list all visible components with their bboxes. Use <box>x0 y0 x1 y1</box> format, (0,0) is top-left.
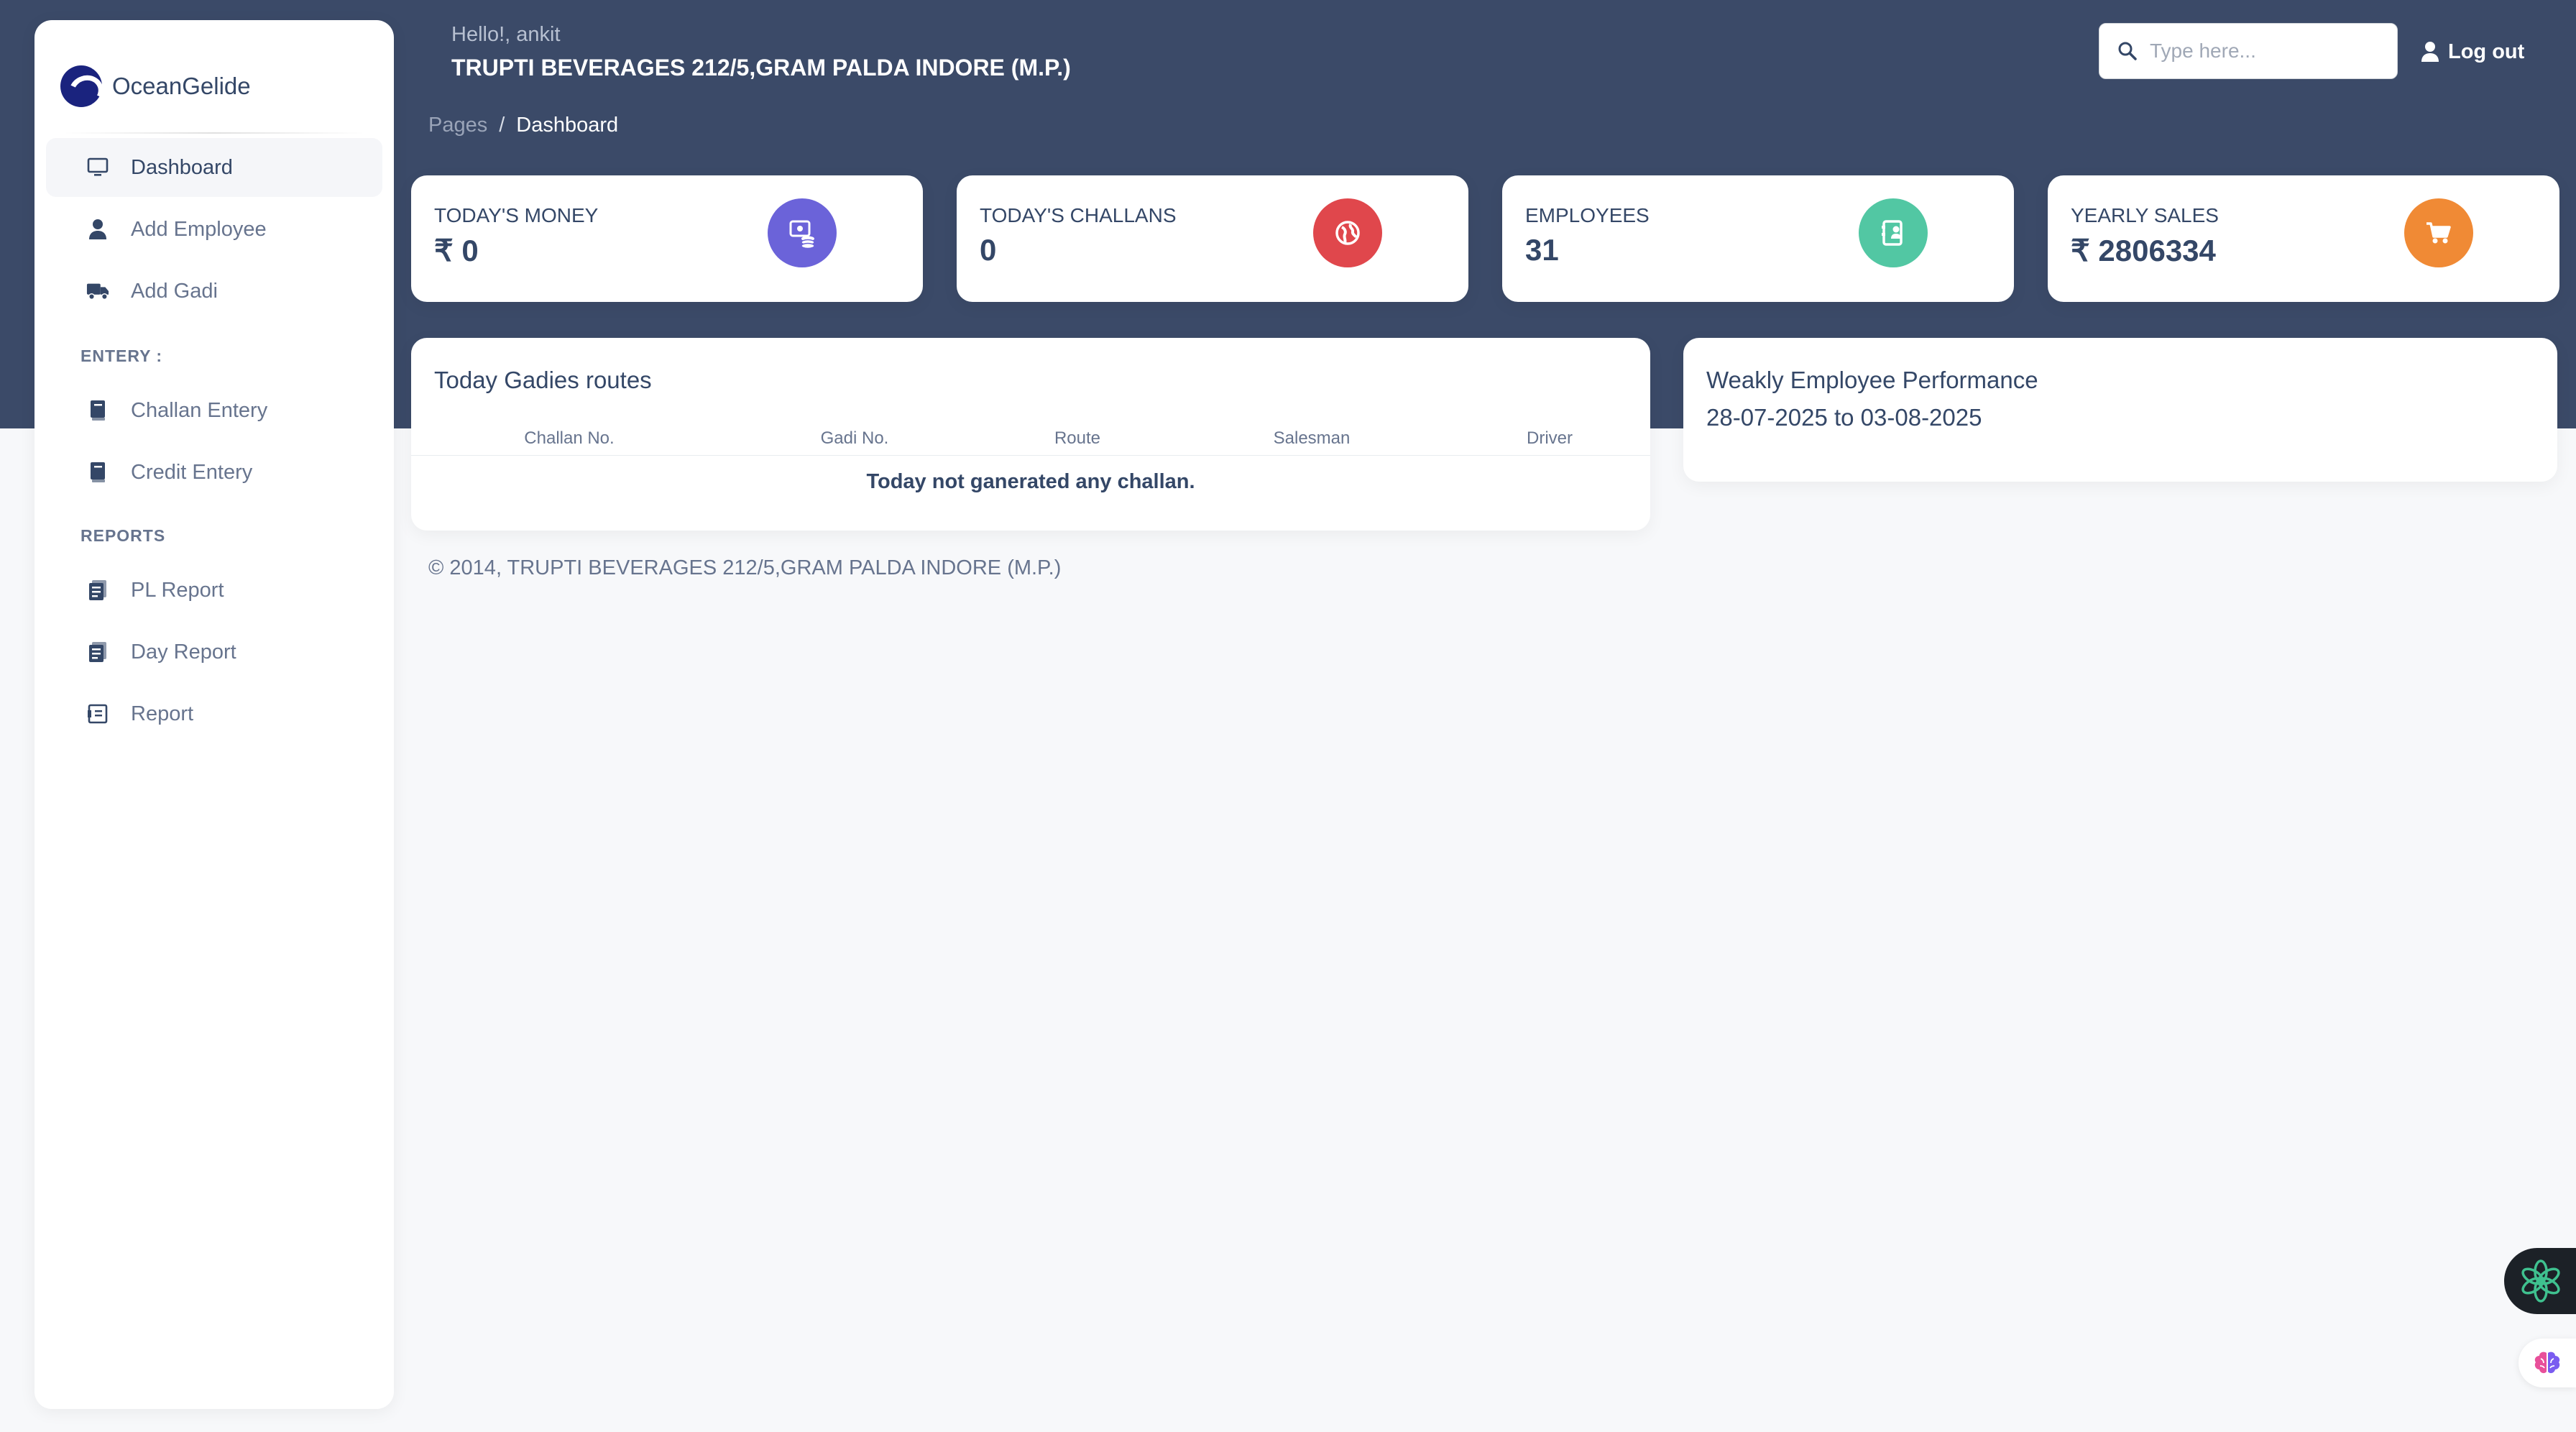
stat-label: Today's Challans <box>980 204 1177 226</box>
report-doc-icon <box>86 579 109 602</box>
routes-panel: Today Gadies routes Challan No. Gadi No.… <box>411 338 1650 531</box>
money-icon <box>768 198 837 267</box>
contact-icon <box>1859 198 1928 267</box>
performance-panel: Weakly Employee Performance 28-07-2025 t… <box>1683 338 2557 482</box>
report-doc-icon <box>86 641 109 664</box>
search-icon <box>2115 39 2140 63</box>
sidebar-item-dashboard[interactable]: Dashboard <box>46 138 382 197</box>
footer-copyright: © 2014, TRUPTI BEVERAGES 212/5,GRAM PALD… <box>428 556 1062 579</box>
sidebar-item-credit-entery[interactable]: Credit Entery <box>46 443 382 502</box>
monitor-icon <box>86 156 109 179</box>
sidebar-item-label: Report <box>131 702 194 725</box>
sidebar-divider <box>63 132 365 134</box>
column-header[interactable]: Salesman <box>1274 428 1351 449</box>
book-icon <box>86 399 109 422</box>
section-heading-reports: REPORTS <box>80 526 166 545</box>
column-header[interactable]: Challan No. <box>524 428 614 449</box>
search-box[interactable] <box>2099 23 2398 79</box>
brain-icon <box>2534 1351 2560 1374</box>
routes-title: Today Gadies routes <box>434 367 652 393</box>
stat-card-yearly-sales: Yearly Sales ₹ 2806334 <box>2048 175 2559 302</box>
sidebar-item-label: Credit Entery <box>131 460 253 484</box>
greeting: Hello!, ankit <box>451 23 561 46</box>
search-input[interactable] <box>2150 40 2387 63</box>
routes-table-header: Challan No. Gadi No. Route Salesman Driv… <box>411 418 1650 456</box>
brain-widget-button[interactable] <box>2518 1339 2576 1387</box>
sidebar-item-report[interactable]: Report <box>46 684 382 743</box>
stat-label: Yearly Sales <box>2071 204 2219 226</box>
performance-date-range: 28-07-2025 to 03-08-2025 <box>1706 404 1982 431</box>
sidebar-item-label: Dashboard <box>131 155 233 179</box>
stat-label: Employees <box>1525 204 1650 226</box>
column-header[interactable]: Route <box>1054 428 1100 449</box>
logout-button[interactable]: Log out <box>2419 33 2524 70</box>
breadcrumb: Pages / Dashboard <box>428 114 618 137</box>
logout-label: Log out <box>2448 40 2525 63</box>
stat-value: 0 <box>980 233 997 267</box>
stat-label: Today's Money <box>434 204 599 226</box>
book-icon <box>86 461 109 484</box>
stat-value: ₹ 0 <box>434 234 479 267</box>
stat-card-todays-challans: Today's Challans 0 <box>957 175 1468 302</box>
brand-name: OceanGelide <box>112 73 251 99</box>
company-title: TRUPTI BEVERAGES 212/5,GRAM PALDA INDORE… <box>451 55 1071 81</box>
breadcrumb-pages[interactable]: Pages <box>428 114 487 137</box>
column-header[interactable]: Gadi No. <box>821 428 889 449</box>
ai-flower-icon <box>2521 1259 2560 1303</box>
sidebar-item-challan-entery[interactable]: Challan Entery <box>46 381 382 440</box>
sidebar-item-label: PL Report <box>131 578 224 602</box>
wave-logo-icon <box>60 65 102 107</box>
breadcrumb-current: Dashboard <box>516 114 619 137</box>
stat-value: ₹ 2806334 <box>2071 234 2216 267</box>
sidebar: OceanGelide Dashboard Add Employee Add G… <box>34 20 394 1409</box>
sidebar-item-add-employee[interactable]: Add Employee <box>46 200 382 259</box>
sidebar-item-label: Add Employee <box>131 217 267 241</box>
receipt-icon <box>86 702 109 725</box>
ai-assistant-button[interactable] <box>2504 1248 2576 1314</box>
brand[interactable]: OceanGelide <box>58 43 371 129</box>
sidebar-item-add-gadi[interactable]: Add Gadi <box>46 262 382 321</box>
sidebar-item-label: Add Gadi <box>131 279 218 303</box>
user-icon <box>2421 42 2439 62</box>
stat-card-todays-money: Today's Money ₹ 0 <box>411 175 923 302</box>
breadcrumb-separator: / <box>499 114 505 137</box>
empty-table-message: Today not ganerated any challan. <box>866 470 1195 493</box>
user-icon <box>86 218 109 241</box>
sidebar-item-label: Day Report <box>131 640 236 664</box>
stat-value: 31 <box>1525 233 1559 267</box>
globe-icon <box>1313 198 1382 267</box>
truck-icon <box>86 280 109 303</box>
column-header[interactable]: Driver <box>1527 428 1573 449</box>
sidebar-item-label: Challan Entery <box>131 398 268 422</box>
performance-title: Weakly Employee Performance <box>1706 367 2038 393</box>
stat-card-employees: Employees 31 <box>1502 175 2014 302</box>
sidebar-item-pl-report[interactable]: PL Report <box>46 561 382 620</box>
sidebar-item-day-report[interactable]: Day Report <box>46 623 382 681</box>
section-heading-entery: ENTERY : <box>80 346 163 365</box>
cart-icon <box>2404 198 2473 267</box>
